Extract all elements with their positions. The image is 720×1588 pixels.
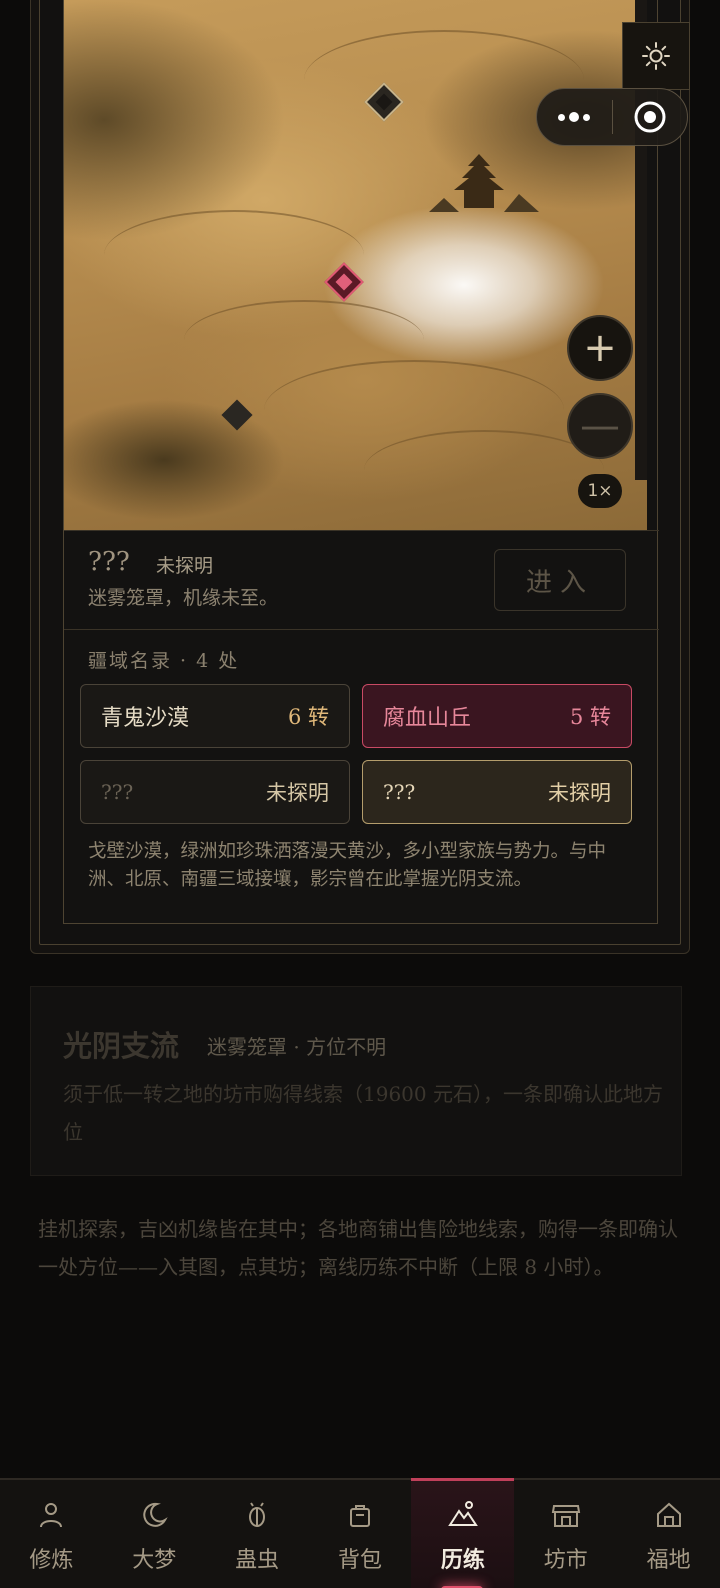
zoom-out-button[interactable]: — — [567, 393, 633, 459]
bottom-tab-bar: 修炼 大梦 蛊虫 背包 历练 坊市 福地 — [0, 1478, 720, 1588]
tab-label: 坊市 — [543, 1548, 588, 1573]
map-dune — [364, 430, 604, 510]
mini-program-capsule — [536, 88, 688, 146]
region-name: 腐血山丘 — [383, 706, 472, 731]
location-name: ??? — [88, 547, 130, 577]
enter-button[interactable]: 进入 — [494, 549, 626, 611]
target-circle-icon — [634, 101, 666, 133]
stream-title: 光阴支流 — [63, 1029, 180, 1063]
location-description: 迷雾笼罩，机缘未至。 — [88, 587, 279, 609]
tab-gu-insects[interactable]: 蛊虫 — [206, 1480, 309, 1588]
region-name: 青鬼沙漠 — [101, 706, 190, 731]
tab-blessed-land[interactable]: 福地 — [617, 1480, 720, 1588]
tab-label: 大梦 — [132, 1548, 177, 1573]
theme-toggle-button[interactable] — [622, 22, 690, 90]
map-unknown-location-marker[interactable] — [221, 399, 253, 431]
region-item-unknown[interactable]: ??? 未探明 — [80, 760, 350, 824]
more-dots-icon — [569, 112, 580, 122]
more-dots-icon — [583, 113, 591, 121]
world-map[interactable] — [64, 0, 647, 530]
region-name: ??? — [101, 780, 134, 804]
more-dots-icon — [558, 113, 566, 121]
region-item-selected[interactable]: ??? 未探明 — [362, 760, 632, 824]
close-button[interactable] — [613, 100, 688, 134]
region-item-current[interactable]: 腐血山丘 5 转 — [362, 684, 632, 748]
stream-description: 须于低一转之地的坊市购得线索（19600 元石），一条即确认此地方位 — [63, 1082, 663, 1144]
location-status: 未探明 — [156, 555, 214, 577]
temple-landmark — [429, 154, 539, 212]
stream-subtitle: 迷雾笼罩 · 方位不明 — [207, 1035, 387, 1059]
region-status: 未探明 — [548, 781, 611, 805]
tab-adventure[interactable]: 历练 — [411, 1478, 515, 1588]
time-stream-card: 光阴支流 迷雾笼罩 · 方位不明 须于低一转之地的坊市购得线索（19600 元石… — [30, 986, 682, 1176]
region-item[interactable]: 青鬼沙漠 6 转 — [80, 684, 350, 748]
tab-market[interactable]: 坊市 — [514, 1480, 617, 1588]
tab-label: 修炼 — [29, 1548, 74, 1573]
region-status: 未探明 — [266, 781, 329, 805]
sun-icon — [642, 42, 670, 70]
tab-dream[interactable]: 大梦 — [103, 1480, 206, 1588]
bug-icon — [240, 1498, 274, 1532]
minus-icon: — — [580, 403, 620, 449]
moon-icon — [137, 1498, 171, 1532]
mountain-icon — [446, 1498, 480, 1532]
region-rank: 5 转 — [569, 705, 611, 729]
more-button[interactable] — [537, 112, 612, 122]
tab-backpack[interactable]: 背包 — [309, 1480, 412, 1588]
map-dune — [104, 210, 364, 300]
bag-icon — [343, 1498, 377, 1532]
shop-icon — [549, 1498, 583, 1532]
exploration-footnote: 挂机探索，吉凶机缘皆在其中；各地商铺出售险地线索，购得一条即确认一处方位——入其… — [38, 1217, 678, 1279]
location-info: ??? 未探明 迷雾笼罩，机缘未至。 进入 — [64, 530, 659, 630]
person-icon — [34, 1498, 68, 1532]
plus-icon: + — [583, 325, 617, 371]
tab-label: 蛊虫 — [235, 1548, 280, 1573]
zoom-in-button[interactable]: + — [567, 315, 633, 381]
home-icon — [652, 1498, 686, 1532]
tab-cultivate[interactable]: 修炼 — [0, 1480, 103, 1588]
region-list-title: 疆域名录 · 4 处 — [88, 650, 240, 672]
zoom-level-badge: 1× — [578, 474, 622, 508]
tab-label: 背包 — [338, 1548, 383, 1573]
tab-label: 福地 — [646, 1548, 691, 1573]
region-description: 戈壁沙漠，绿洲如珍珠洒落漫天黄沙，多小型家族与势力。与中洲、北原、南疆三域接壤，… — [88, 841, 607, 890]
region-name: ??? — [383, 780, 416, 804]
tab-label: 历练 — [440, 1547, 485, 1573]
region-rank: 6 转 — [287, 705, 329, 729]
